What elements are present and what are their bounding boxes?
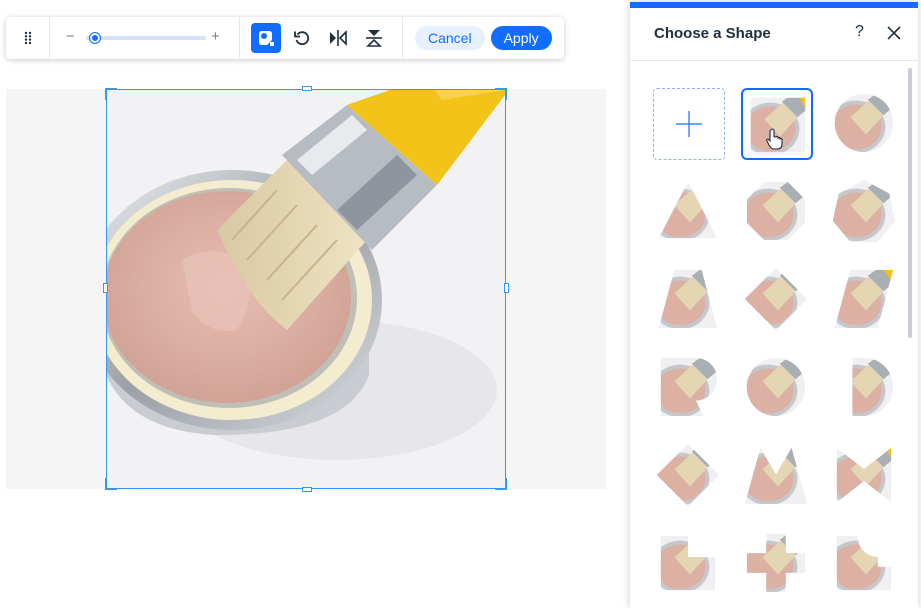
- shape-option-heptagon[interactable]: [829, 176, 901, 248]
- shape-thumbnail: [744, 267, 808, 331]
- shape-thumbnail: [852, 357, 894, 417]
- edge-handle-top[interactable]: [302, 86, 312, 91]
- shape-thumbnail: [836, 535, 892, 591]
- rotate-button[interactable]: [287, 23, 317, 53]
- shape-thumbnail: [656, 443, 720, 507]
- shape-option-octagon[interactable]: [741, 176, 813, 248]
- edge-handle-left[interactable]: [103, 283, 108, 293]
- shape-option-diamond-cut[interactable]: [653, 440, 725, 512]
- shape-thumbnail: [658, 269, 718, 329]
- edge-handle-bottom[interactable]: [302, 487, 312, 492]
- shape-thumbnail: [658, 181, 718, 239]
- shape-option-add-custom-shape[interactable]: [653, 88, 725, 160]
- shape-mask-icon: [259, 31, 274, 46]
- shape-thumbnail: [744, 447, 808, 505]
- zoom-slider-knob[interactable]: [88, 32, 101, 44]
- close-icon[interactable]: [886, 25, 902, 41]
- shape-option-trapezoid[interactable]: [653, 264, 725, 336]
- choose-shape-panel: Choose a Shape ?: [630, 2, 918, 608]
- edge-handle-right[interactable]: [504, 283, 509, 293]
- flip-vertical-icon: [366, 30, 382, 47]
- shape-thumbnail: [746, 357, 806, 417]
- shape-thumbnail: [832, 179, 896, 243]
- cancel-button[interactable]: Cancel: [415, 26, 485, 50]
- flip-vertical-button[interactable]: [359, 23, 389, 53]
- shape-option-square[interactable]: [741, 88, 813, 160]
- shape-option-bowtie-right[interactable]: [829, 440, 901, 512]
- shape-thumbnail: [660, 357, 718, 417]
- corner-handle-bottom-right[interactable]: [495, 478, 507, 490]
- shape-option-cross[interactable]: [741, 528, 813, 600]
- shape-option-rounded-tab-right[interactable]: [653, 352, 725, 424]
- zoom-in-icon[interactable]: +: [211, 28, 220, 46]
- shape-thumbnail: [746, 533, 806, 593]
- shape-option-triangle[interactable]: [653, 176, 725, 248]
- zoom-out-icon[interactable]: −: [66, 28, 75, 46]
- drag-handle-icon[interactable]: [6, 17, 49, 59]
- apply-button[interactable]: Apply: [490, 26, 552, 50]
- zoom-slider[interactable]: − +: [50, 17, 239, 59]
- shape-option-circle-notch[interactable]: [741, 352, 813, 424]
- corner-handle-top-right[interactable]: [495, 88, 507, 100]
- shape-option-circle[interactable]: [829, 88, 901, 160]
- shape-thumbnail: [746, 181, 806, 241]
- shape-option-double-triangle[interactable]: [741, 440, 813, 512]
- zoom-slider-track[interactable]: [86, 36, 206, 40]
- panel-header: Choose a Shape ?: [630, 8, 918, 61]
- flip-horizontal-icon: [330, 30, 347, 46]
- shape-option-rounded-corner-cut[interactable]: [829, 528, 901, 600]
- shape-thumbnail: [834, 93, 894, 153]
- shape-option-stepped-corner[interactable]: [653, 528, 725, 600]
- hand-cursor-icon: [766, 128, 783, 150]
- shape-mask-button[interactable]: [251, 23, 281, 53]
- shape-option-diamond[interactable]: [741, 264, 813, 336]
- shape-option-half-circle-right[interactable]: [829, 352, 901, 424]
- shape-thumbnail: [836, 447, 892, 503]
- corner-handle-bottom-left[interactable]: [105, 478, 117, 490]
- plus-icon: [676, 111, 702, 137]
- crop-selection-frame[interactable]: [103, 86, 509, 492]
- image-crop-toolbar: − + Cancel Apply: [6, 17, 564, 59]
- shape-option-parallelogram[interactable]: [829, 264, 901, 336]
- panel-scrollbar[interactable]: [908, 68, 912, 338]
- toolbar-actions: Cancel Apply: [403, 26, 552, 50]
- rotate-icon: [294, 31, 310, 46]
- shape-grid: [630, 61, 908, 606]
- corner-handle-top-left[interactable]: [105, 88, 117, 100]
- transform-tools: [240, 17, 402, 59]
- help-icon[interactable]: ?: [855, 23, 864, 41]
- shape-thumbnail: [834, 269, 894, 329]
- shape-thumbnail: [660, 535, 716, 591]
- flip-horizontal-button[interactable]: [323, 23, 353, 53]
- panel-title: Choose a Shape: [654, 25, 771, 42]
